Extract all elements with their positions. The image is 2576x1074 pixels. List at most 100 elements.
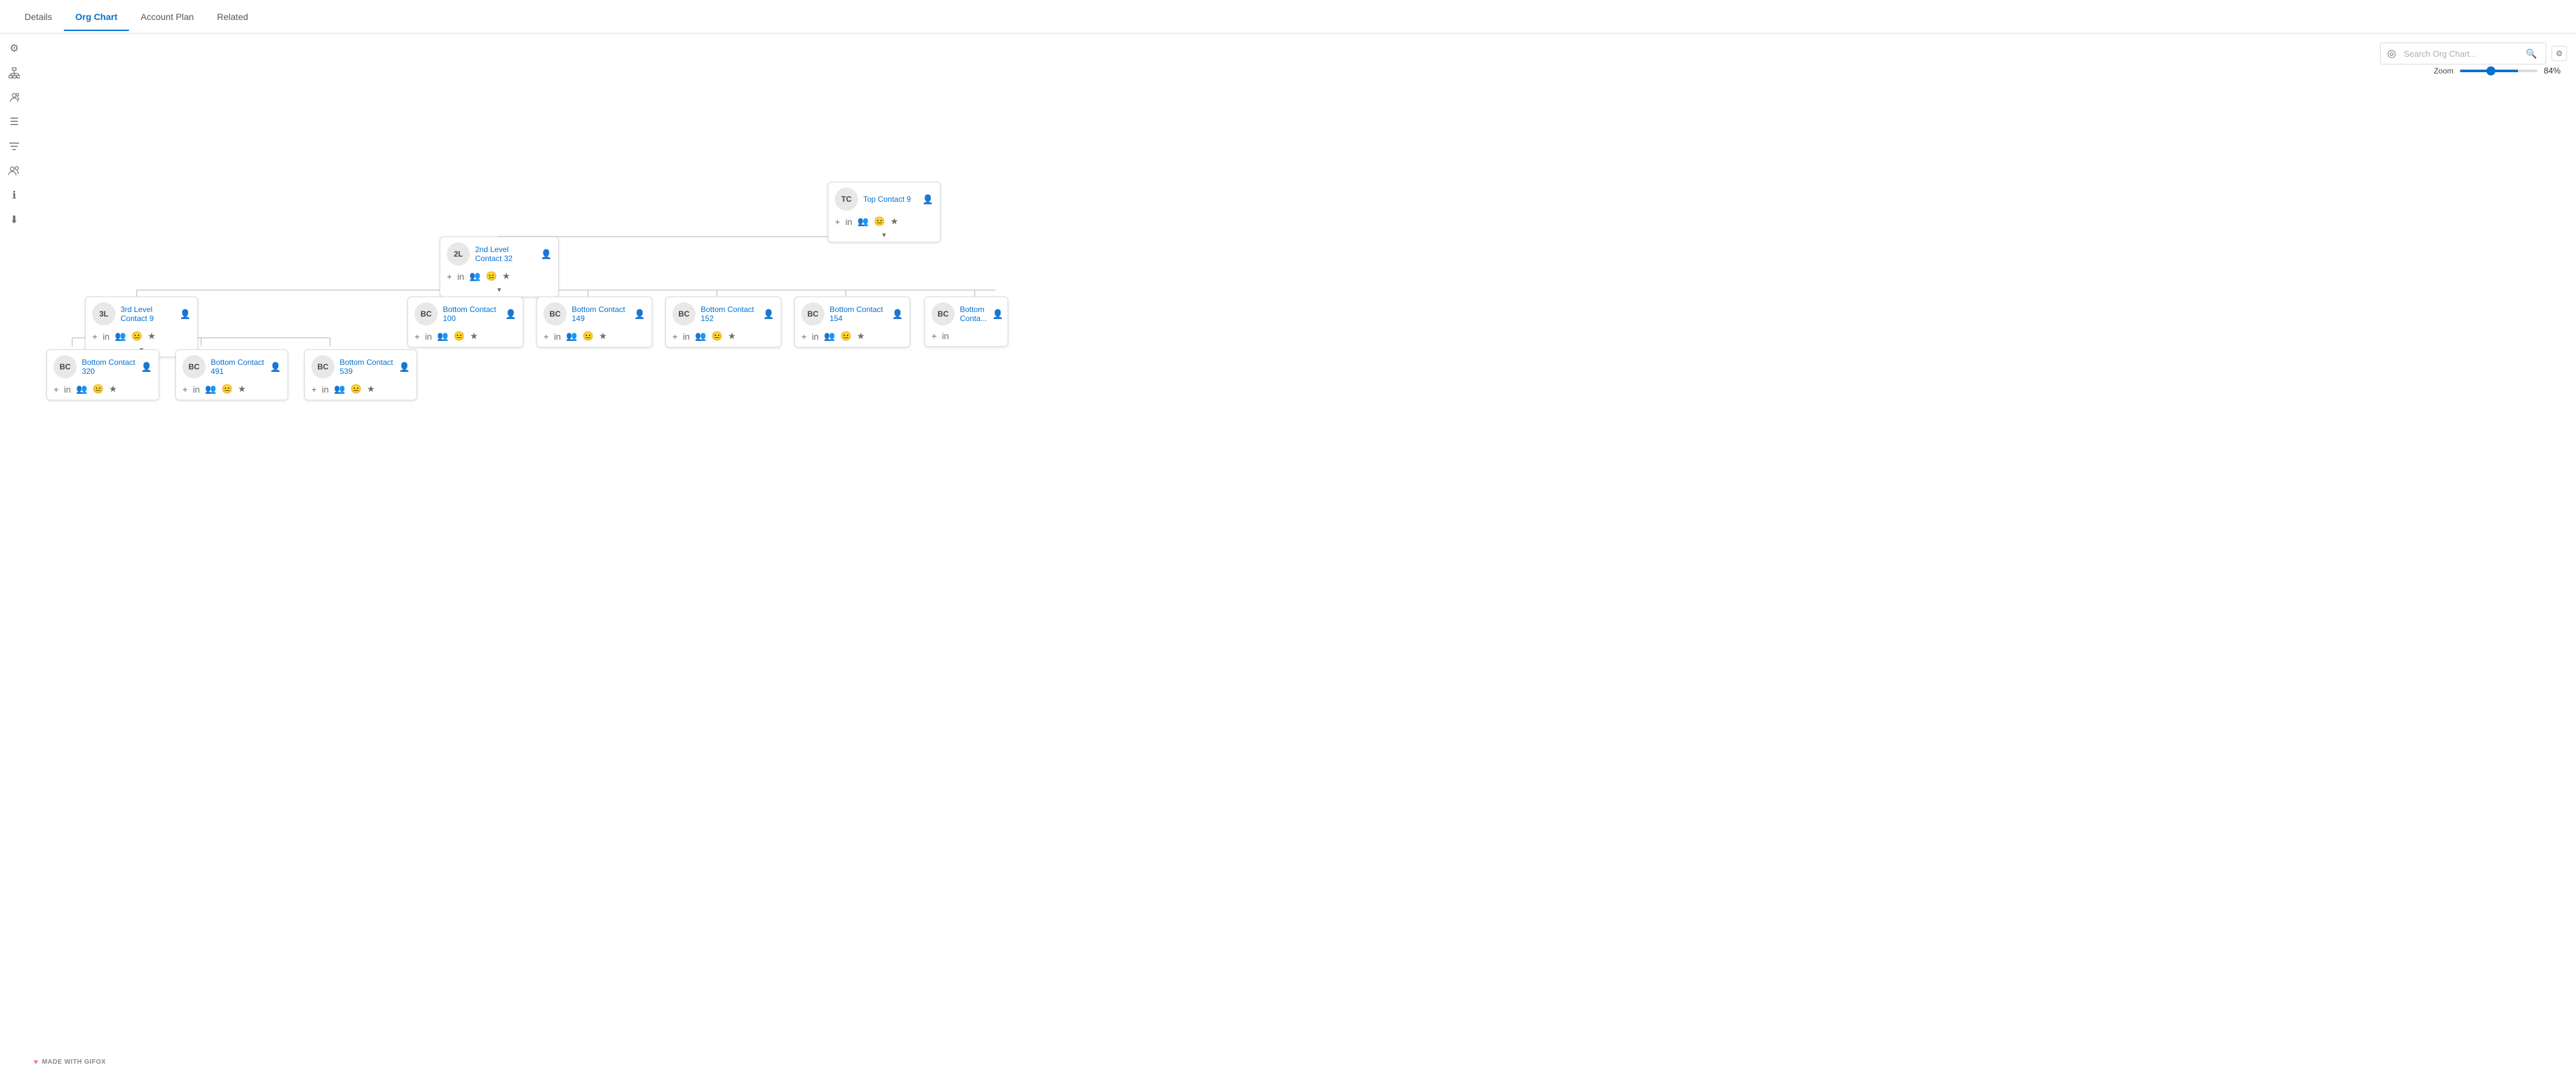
zoom-control: Zoom 84% — [2434, 66, 2567, 75]
watermark: ♥ MADE WITH GIFOX — [34, 1057, 106, 1066]
zoom-value: 84% — [2544, 66, 2567, 75]
add-btn-3l[interactable]: + — [92, 331, 97, 342]
manage-icon-bc491[interactable]: 👤 — [270, 362, 281, 373]
search-icon[interactable]: 🔍 — [2524, 46, 2539, 61]
node-bc-last: BC Bottom Conta... 👤 + in — [924, 297, 1008, 347]
search-input-wrap[interactable]: ◎ 🔍 — [2380, 43, 2546, 64]
people-icon[interactable] — [7, 164, 21, 178]
node-name-bc154[interactable]: Bottom Contact 154 — [830, 305, 887, 323]
avatar-bc320: BC — [54, 355, 77, 378]
expand-2l[interactable]: ▼ — [440, 287, 558, 297]
group-icon[interactable] — [7, 90, 21, 104]
watermark-text: MADE WITH GIFOX — [42, 1059, 106, 1066]
node-bc-100: BC Bottom Contact 100 👤 + in 👥 😐 ★ — [407, 297, 523, 347]
chart-area: ◎ 🔍 ⚙ Zoom 84% — [28, 34, 2576, 1074]
node-actions-3l: + in 👥 😐 ★ — [86, 328, 197, 347]
tab-org-chart[interactable]: Org Chart — [64, 3, 129, 31]
connect-btn-3l[interactable]: 👥 — [115, 331, 126, 342]
list-icon[interactable]: ☰ — [7, 115, 21, 129]
location-icon: ◎ — [2387, 47, 2400, 60]
connect-btn-2l[interactable]: 👥 — [469, 271, 480, 282]
star-btn-2l[interactable]: ★ — [502, 271, 511, 282]
node-bc-539: BC Bottom Contact 539 👤 + in 👥 😐 ★ — [304, 349, 417, 400]
emoji-btn-3l[interactable]: 😐 — [132, 331, 142, 342]
node-name-bc149[interactable]: Bottom Contact 149 — [572, 305, 629, 323]
node-name-bc491[interactable]: Bottom Contact 491 — [211, 358, 265, 376]
manage-icon-2l[interactable]: 👤 — [541, 249, 552, 260]
star-btn-3l[interactable]: ★ — [148, 331, 156, 342]
manage-icon-bc320[interactable]: 👤 — [141, 362, 152, 373]
manage-icon-bc154[interactable]: 👤 — [892, 309, 903, 320]
avatar-3l: 3L — [92, 302, 115, 326]
node-bc-152: BC Bottom Contact 152 👤 + in 👥 😐 ★ — [665, 297, 781, 347]
avatar-bc154: BC — [801, 302, 825, 326]
avatar-tc9: TC — [835, 188, 858, 211]
node-actions-tc9: + in 👥 😐 ★ — [828, 213, 940, 232]
tab-related[interactable]: Related — [206, 3, 260, 31]
connect-btn-tc9[interactable]: 👥 — [857, 216, 868, 227]
download-icon[interactable]: ⬇ — [7, 213, 21, 227]
search-input[interactable] — [2404, 49, 2520, 59]
expand-tc9[interactable]: ▼ — [828, 232, 940, 242]
node-2l-32: 2L 2nd Level Contact 32 👤 + in 👥 😐 ★ ▼ — [440, 237, 559, 297]
emoji-btn-tc9[interactable]: 😐 — [874, 216, 885, 227]
node-actions-bc100: + in 👥 😐 ★ — [408, 328, 523, 347]
avatar-bc149: BC — [543, 302, 567, 326]
avatar-2l: 2L — [447, 242, 470, 266]
manage-icon-bc152[interactable]: 👤 — [763, 309, 774, 320]
heart-icon: ♥ — [34, 1057, 38, 1066]
node-actions-bc154: + in 👥 😐 ★ — [795, 328, 910, 347]
node-name-bc-last[interactable]: Bottom Conta... — [960, 305, 987, 323]
node-actions-bc320: + in 👥 😐 ★ — [47, 381, 159, 400]
avatar-bc100: BC — [415, 302, 438, 326]
avatar-bc491: BC — [182, 355, 206, 378]
hierarchy-icon[interactable] — [7, 66, 21, 80]
node-3l-9: 3L 3rd Level Contact 9 👤 + in 👥 😐 ★ ▼ — [85, 297, 198, 357]
node-actions-bc-last: + in — [925, 328, 1008, 346]
node-actions-bc149: + in 👥 😐 ★ — [537, 328, 652, 347]
node-actions-bc491: + in 👥 😐 ★ — [176, 381, 288, 400]
avatar-bc539: BC — [311, 355, 335, 378]
gear-icon[interactable]: ⚙ — [7, 41, 21, 55]
node-actions-bc152: + in 👥 😐 ★ — [666, 328, 781, 347]
connector-lines — [28, 34, 2576, 1074]
manage-icon-bc539[interactable]: 👤 — [399, 362, 410, 373]
node-name-bc152[interactable]: Bottom Contact 152 — [701, 305, 758, 323]
tab-bar: Details Org Chart Account Plan Related — [0, 0, 2576, 34]
node-name-bc320[interactable]: Bottom Contact 320 — [82, 358, 136, 376]
add-btn-2l[interactable]: + — [447, 271, 452, 282]
linkedin-btn-3l[interactable]: in — [102, 331, 110, 342]
manage-icon-bc149[interactable]: 👤 — [634, 309, 645, 320]
zoom-slider[interactable] — [2460, 70, 2537, 72]
manage-icon-tc9[interactable]: 👤 — [922, 194, 933, 205]
node-name-tc9[interactable]: Top Contact 9 — [863, 195, 917, 204]
search-settings-icon[interactable]: ⚙ — [2552, 46, 2567, 61]
search-bar: ◎ 🔍 ⚙ — [2380, 43, 2567, 64]
avatar-bc152: BC — [672, 302, 696, 326]
star-btn-tc9[interactable]: ★ — [890, 216, 899, 227]
linkedin-btn-2l[interactable]: in — [457, 271, 464, 282]
zoom-label: Zoom — [2434, 66, 2454, 75]
node-actions-2l: + in 👥 😐 ★ — [440, 268, 558, 287]
manage-icon-bc-last[interactable]: 👤 — [992, 309, 1003, 320]
add-btn-tc9[interactable]: + — [835, 217, 840, 227]
node-top-contact-9: TC Top Contact 9 👤 + in 👥 😐 ★ ▼ — [828, 182, 941, 242]
node-bc-320: BC Bottom Contact 320 👤 + in 👥 😐 ★ — [46, 349, 159, 400]
manage-icon-bc100[interactable]: 👤 — [505, 309, 516, 320]
node-bc-154: BC Bottom Contact 154 👤 + in 👥 😐 ★ — [794, 297, 910, 347]
filter-icon[interactable] — [7, 139, 21, 153]
node-bc-491: BC Bottom Contact 491 👤 + in 👥 😐 ★ — [175, 349, 288, 400]
node-name-3l[interactable]: 3rd Level Contact 9 — [121, 305, 175, 323]
tab-account-plan[interactable]: Account Plan — [129, 3, 206, 31]
tab-details[interactable]: Details — [13, 3, 64, 31]
emoji-btn-2l[interactable]: 😐 — [486, 271, 497, 282]
linkedin-btn-tc9[interactable]: in — [845, 217, 852, 227]
node-name-bc100[interactable]: Bottom Contact 100 — [443, 305, 500, 323]
node-name-2l[interactable]: 2nd Level Contact 32 — [475, 245, 536, 263]
node-bc-149: BC Bottom Contact 149 👤 + in 👥 😐 ★ — [536, 297, 652, 347]
info-icon[interactable]: ℹ — [7, 188, 21, 202]
node-actions-bc539: + in 👥 😐 ★ — [305, 381, 416, 400]
node-name-bc539[interactable]: Bottom Contact 539 — [340, 358, 394, 376]
avatar-bc-last: BC — [932, 302, 955, 326]
manage-icon-3l[interactable]: 👤 — [180, 309, 191, 320]
